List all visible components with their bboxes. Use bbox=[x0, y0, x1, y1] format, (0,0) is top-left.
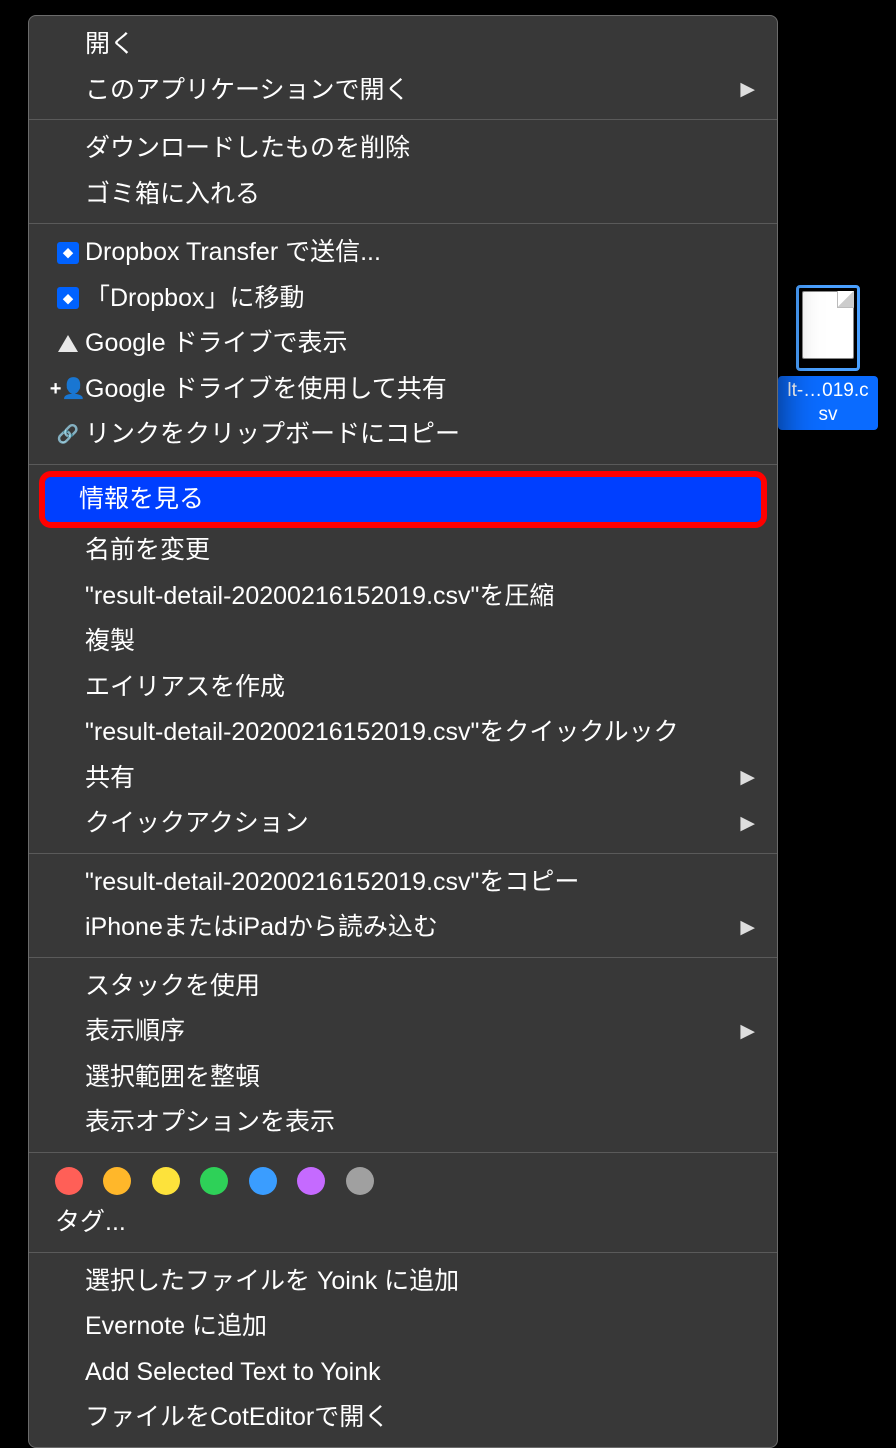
tags-row bbox=[29, 1159, 777, 1202]
menu-divider bbox=[29, 464, 777, 465]
menu-item-tags[interactable]: タグ... bbox=[29, 1202, 777, 1246]
link-icon: 🔗 bbox=[51, 421, 85, 448]
tag-blue[interactable] bbox=[249, 1167, 277, 1195]
menu-item-open[interactable]: 開く bbox=[29, 22, 777, 68]
menu-item-evernote-add[interactable]: Evernote に追加 bbox=[29, 1304, 777, 1350]
file-selection-frame bbox=[796, 285, 860, 371]
menu-item-make-alias[interactable]: エイリアスを作成 bbox=[29, 665, 777, 711]
menu-item-import-from-device[interactable]: iPhoneまたはiPadから読み込む ▶ bbox=[29, 905, 777, 951]
tag-yellow[interactable] bbox=[152, 1167, 180, 1195]
google-drive-icon bbox=[51, 335, 85, 352]
tag-red[interactable] bbox=[55, 1167, 83, 1195]
add-user-icon: +👤 bbox=[51, 374, 85, 404]
tag-orange[interactable] bbox=[103, 1167, 131, 1195]
file-icon bbox=[802, 291, 854, 359]
menu-divider bbox=[29, 1152, 777, 1153]
menu-item-move-to-trash[interactable]: ゴミ箱に入れる bbox=[29, 172, 777, 218]
menu-divider bbox=[29, 223, 777, 224]
tag-purple[interactable] bbox=[297, 1167, 325, 1195]
submenu-arrow-icon: ▶ bbox=[740, 1018, 755, 1047]
tag-green[interactable] bbox=[200, 1167, 228, 1195]
menu-item-clean-up-selection[interactable]: 選択範囲を整頓 bbox=[29, 1055, 777, 1101]
submenu-arrow-icon: ▶ bbox=[740, 764, 755, 793]
menu-item-yoink-add-text[interactable]: Add Selected Text to Yoink bbox=[29, 1350, 777, 1396]
menu-item-compress[interactable]: "result-detail-20200216152019.csv"を圧縮 bbox=[29, 574, 777, 620]
submenu-arrow-icon: ▶ bbox=[740, 76, 755, 105]
file-label: lt-…019.csv bbox=[778, 376, 878, 430]
dropbox-icon: ⬥ bbox=[51, 242, 85, 264]
menu-divider bbox=[29, 957, 777, 958]
dropbox-icon: ⬥ bbox=[51, 287, 85, 309]
menu-item-move-to-dropbox[interactable]: ⬥ 「Dropbox」に移動 bbox=[29, 276, 777, 322]
menu-item-quick-actions[interactable]: クイックアクション ▶ bbox=[29, 801, 777, 847]
context-menu: 開く このアプリケーションで開く ▶ ダウンロードしたものを削除 ゴミ箱に入れる… bbox=[28, 15, 778, 1448]
menu-divider bbox=[29, 853, 777, 854]
menu-item-open-coteditor[interactable]: ファイルをCotEditorで開く bbox=[29, 1395, 777, 1441]
tag-gray[interactable] bbox=[346, 1167, 374, 1195]
menu-item-yoink-add[interactable]: 選択したファイルを Yoink に追加 bbox=[29, 1259, 777, 1305]
menu-item-remove-download[interactable]: ダウンロードしたものを削除 bbox=[29, 126, 777, 172]
menu-item-rename[interactable]: 名前を変更 bbox=[29, 528, 777, 574]
menu-item-duplicate[interactable]: 複製 bbox=[29, 619, 777, 665]
menu-item-copy-link[interactable]: 🔗 リンクをクリップボードにコピー bbox=[29, 412, 777, 458]
submenu-arrow-icon: ▶ bbox=[740, 810, 755, 839]
menu-item-share-gdrive[interactable]: +👤 Google ドライブを使用して共有 bbox=[29, 367, 777, 413]
menu-item-show-view-options[interactable]: 表示オプションを表示 bbox=[29, 1100, 777, 1146]
desktop-file[interactable]: lt-…019.csv bbox=[778, 285, 878, 430]
menu-item-sort-by[interactable]: 表示順序 ▶ bbox=[29, 1009, 777, 1055]
menu-item-copy[interactable]: "result-detail-20200216152019.csv"をコピー bbox=[29, 860, 777, 906]
submenu-arrow-icon: ▶ bbox=[740, 914, 755, 943]
menu-item-show-in-gdrive[interactable]: Google ドライブで表示 bbox=[29, 321, 777, 367]
highlighted-frame: 情報を見る bbox=[39, 471, 767, 529]
menu-item-use-stacks[interactable]: スタックを使用 bbox=[29, 964, 777, 1010]
menu-item-dropbox-transfer[interactable]: ⬥ Dropbox Transfer で送信... bbox=[29, 230, 777, 276]
menu-item-open-with[interactable]: このアプリケーションで開く ▶ bbox=[29, 68, 777, 114]
menu-item-share[interactable]: 共有 ▶ bbox=[29, 756, 777, 802]
menu-item-quick-look[interactable]: "result-detail-20200216152019.csv"をクイックル… bbox=[29, 710, 777, 756]
menu-item-get-info[interactable]: 情報を見る bbox=[45, 477, 761, 523]
menu-divider bbox=[29, 119, 777, 120]
menu-divider bbox=[29, 1252, 777, 1253]
